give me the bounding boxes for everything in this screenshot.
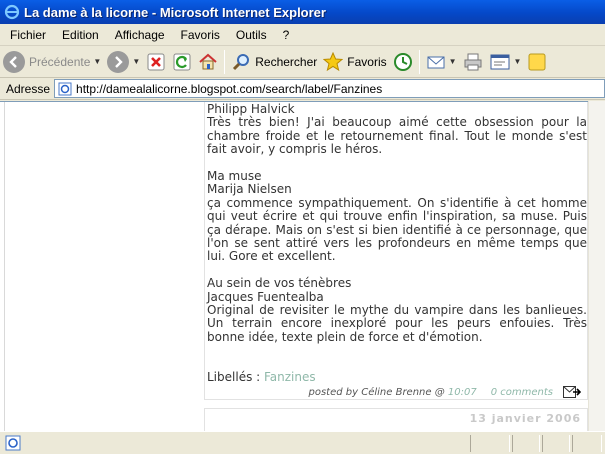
entry-text: Original de revisiter le mythe du vampir… bbox=[207, 303, 587, 344]
internet-explorer-icon bbox=[4, 4, 20, 20]
edit-button[interactable]: ▼ bbox=[486, 48, 525, 76]
address-label: Adresse bbox=[6, 81, 51, 96]
post-footer: posted by Céline Brenne @ 10:07 0 commen… bbox=[308, 386, 581, 398]
mail-dropdown-icon[interactable]: ▼ bbox=[449, 57, 457, 66]
search-button[interactable]: Rechercher bbox=[228, 48, 320, 76]
entry-title: Au sein de vos ténèbres bbox=[207, 276, 352, 291]
printer-icon bbox=[464, 53, 482, 70]
back-button[interactable]: Précédente ▼ bbox=[0, 48, 104, 76]
address-input[interactable]: http://damealalicorne.blogspot.com/searc… bbox=[54, 79, 605, 98]
print-button[interactable] bbox=[460, 48, 486, 76]
window-title: La dame à la licorne - Microsoft Interne… bbox=[24, 4, 326, 20]
forward-arrow-icon bbox=[107, 50, 130, 73]
forward-button[interactable]: ▼ bbox=[104, 48, 143, 76]
home-icon bbox=[199, 53, 217, 69]
vertical-scrollbar[interactable] bbox=[588, 101, 605, 431]
favorites-button[interactable]: Favoris bbox=[320, 48, 389, 76]
history-icon bbox=[393, 52, 412, 71]
edit-document-icon bbox=[490, 54, 510, 69]
menu-bar: Fichier Edition Affichage Favoris Outils… bbox=[0, 24, 605, 46]
address-bar: Adresse http://damealalicorne.blogspot.c… bbox=[0, 78, 605, 100]
stop-button[interactable] bbox=[143, 48, 169, 76]
standard-toolbar: Précédente ▼ ▼ Rechercher Favoris ▼ ▼ bbox=[0, 46, 605, 78]
status-bar bbox=[0, 431, 605, 454]
history-button[interactable] bbox=[390, 48, 416, 76]
status-panel bbox=[512, 435, 540, 452]
search-icon bbox=[233, 53, 250, 70]
address-url: http://damealalicorne.blogspot.com/searc… bbox=[76, 81, 383, 96]
page-content: Philipp Halvick Très très bien! J'ai bea… bbox=[0, 101, 605, 431]
page-status-icon bbox=[5, 435, 21, 451]
back-dropdown-icon[interactable]: ▼ bbox=[93, 57, 101, 66]
post-time-link[interactable]: 10:07 bbox=[448, 387, 477, 398]
mail-button[interactable]: ▼ bbox=[423, 48, 460, 76]
toolbar-separator bbox=[224, 49, 226, 74]
back-arrow-icon bbox=[3, 50, 25, 73]
favorites-label: Favoris bbox=[347, 54, 387, 69]
entry-title: Ma muse bbox=[207, 169, 262, 184]
search-label: Rechercher bbox=[255, 54, 318, 69]
menu-affichage[interactable]: Affichage bbox=[107, 25, 173, 45]
post-body: Philipp Halvick Très très bien! J'ai bea… bbox=[207, 102, 587, 344]
entry-author: Jacques Fuentealba bbox=[207, 289, 324, 304]
menu-edition[interactable]: Edition bbox=[54, 25, 107, 45]
back-label: Précédente bbox=[29, 54, 91, 69]
email-post-icon[interactable] bbox=[563, 386, 581, 398]
post-labels: Libellés : Fanzines bbox=[207, 370, 316, 384]
page-icon bbox=[58, 82, 72, 95]
menu-help[interactable]: ? bbox=[275, 25, 298, 45]
next-post-header: 13 janvier 2006 bbox=[204, 408, 588, 431]
entry-author: Philipp Halvick bbox=[207, 102, 295, 116]
mail-icon bbox=[427, 56, 445, 68]
edit-dropdown-icon[interactable]: ▼ bbox=[514, 57, 522, 66]
left-border bbox=[4, 102, 5, 431]
comments-link[interactable]: 0 comments bbox=[491, 387, 553, 398]
status-panel bbox=[572, 435, 602, 452]
entry-text: ça commence sympathiquement. On s'identi… bbox=[207, 195, 587, 264]
note-icon bbox=[528, 53, 546, 70]
blog-post: Philipp Halvick Très très bien! J'ai bea… bbox=[204, 102, 588, 400]
refresh-icon bbox=[173, 53, 191, 70]
entry-author: Marija Nielsen bbox=[207, 182, 292, 197]
title-bar: La dame à la licorne - Microsoft Interne… bbox=[0, 0, 605, 24]
label-link-fanzines[interactable]: Fanzines bbox=[264, 370, 316, 384]
menu-favoris[interactable]: Favoris bbox=[173, 25, 228, 45]
menu-fichier[interactable]: Fichier bbox=[0, 25, 54, 45]
menu-outils[interactable]: Outils bbox=[228, 25, 275, 45]
status-panel bbox=[470, 435, 510, 452]
star-icon bbox=[323, 51, 344, 71]
refresh-button[interactable] bbox=[169, 48, 195, 76]
post-date: 13 janvier 2006 bbox=[469, 412, 581, 425]
forward-dropdown-icon[interactable]: ▼ bbox=[132, 57, 140, 66]
labels-prefix: Libellés : bbox=[207, 370, 264, 384]
entry-text: Très très bien! J'ai beaucoup aimé cette… bbox=[207, 115, 587, 157]
posted-by: posted by Céline Brenne @ bbox=[308, 386, 445, 398]
home-button[interactable] bbox=[195, 48, 221, 76]
stop-icon bbox=[147, 53, 165, 70]
toolbar-separator bbox=[418, 49, 420, 74]
status-panel bbox=[542, 435, 570, 452]
discuss-button[interactable] bbox=[524, 48, 550, 76]
